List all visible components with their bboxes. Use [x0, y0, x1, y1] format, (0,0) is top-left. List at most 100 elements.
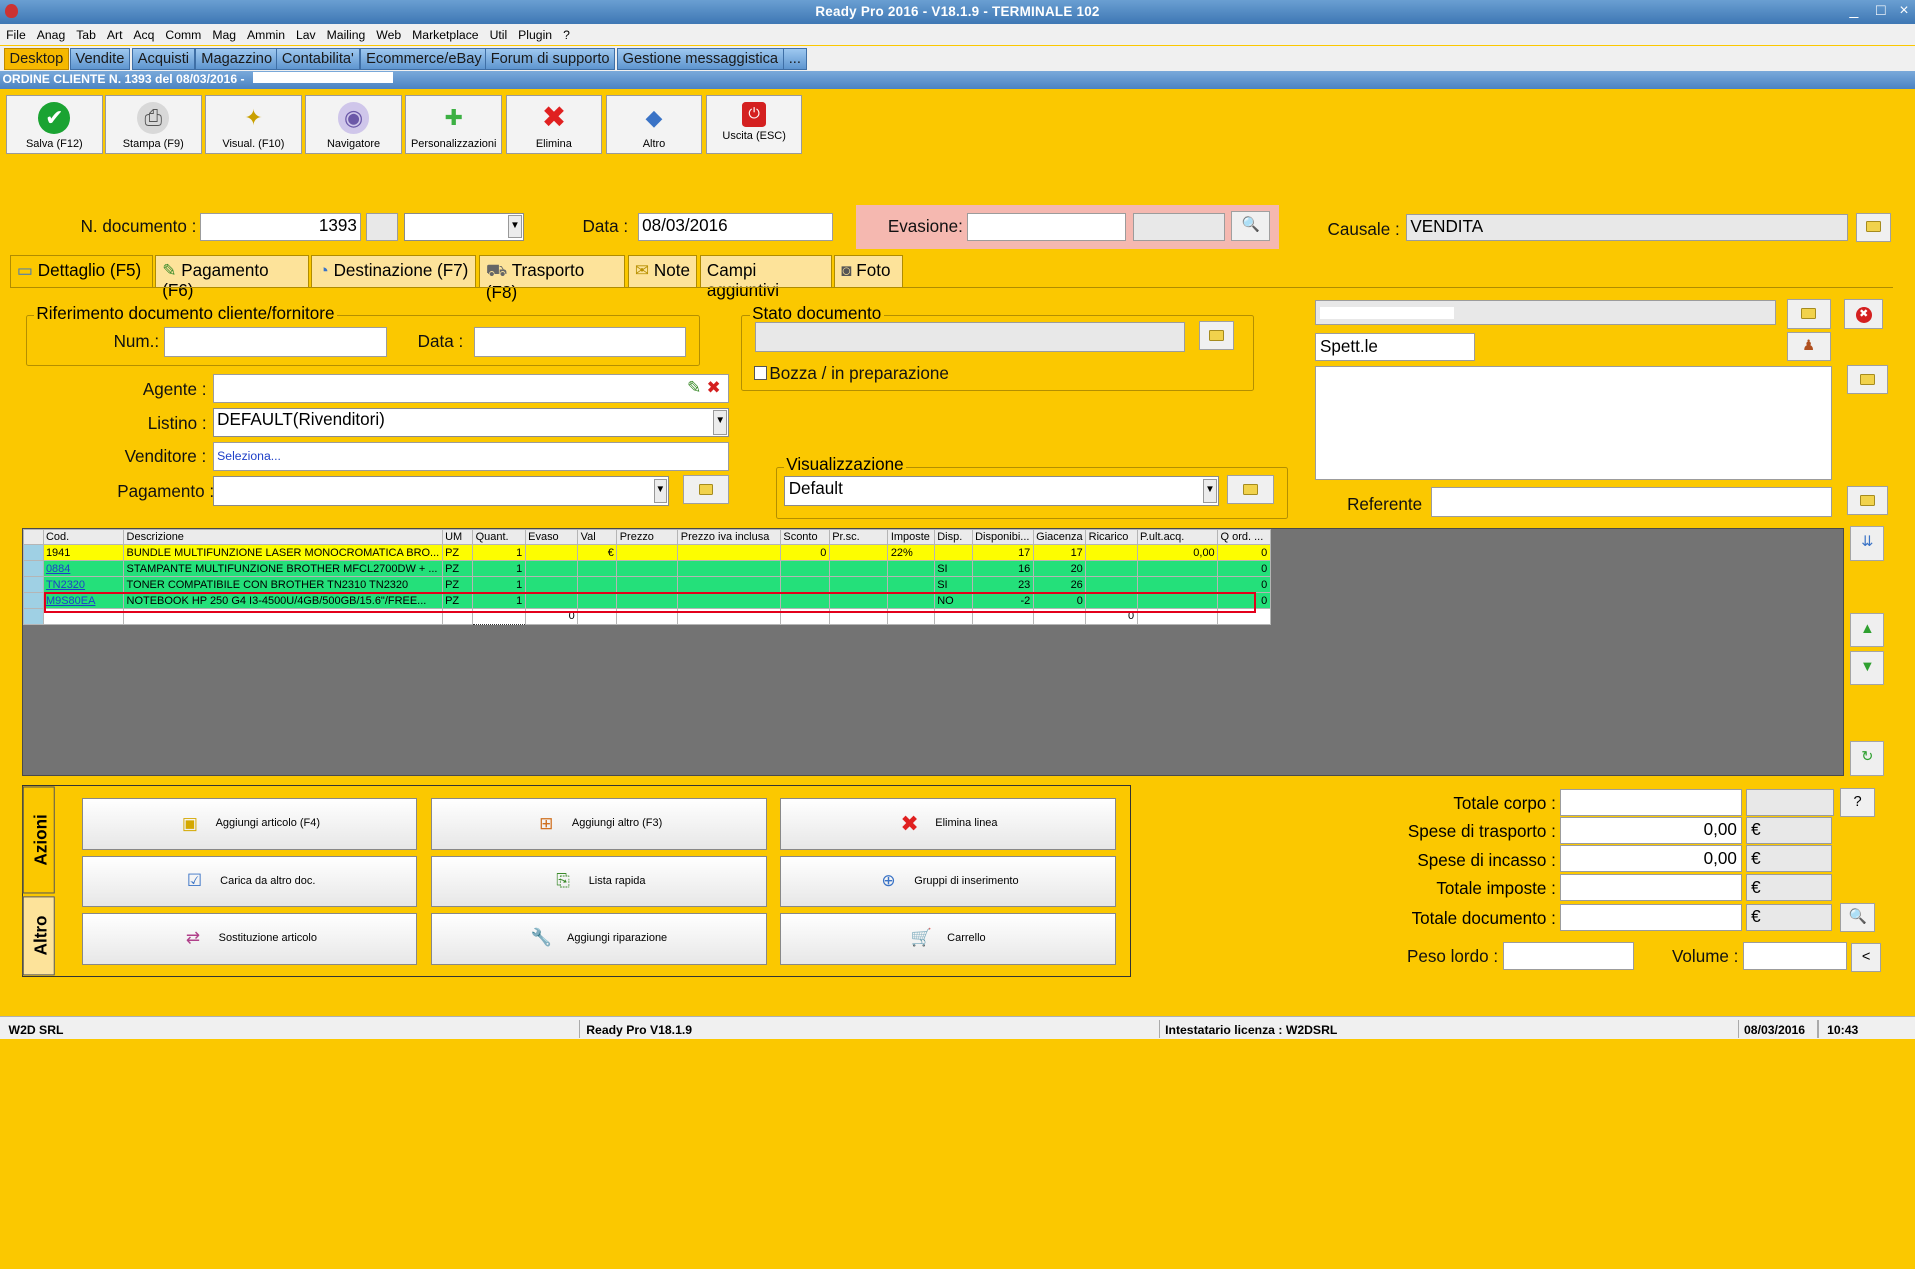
customize-button[interactable]: ✚ Personalizzazioni [405, 95, 502, 154]
col-prezzo-iva[interactable]: Prezzo iva inclusa [677, 528, 781, 546]
cell-prezzo-iva[interactable] [677, 560, 781, 578]
cell-ricarico[interactable] [1085, 576, 1138, 594]
col-um[interactable]: UM [441, 528, 474, 546]
delete-line-button[interactable]: ✖ Elimina linea [780, 798, 1117, 850]
cell-giacenza[interactable]: 26 [1032, 576, 1087, 594]
peso-lordo-field[interactable] [1503, 941, 1635, 970]
menu-anag[interactable]: Anag [31, 24, 70, 42]
table-row[interactable]: TN2320 TONER COMPATIBILE CON BROTHER TN2… [22, 576, 1271, 594]
cell-qord[interactable]: 0 [1217, 544, 1271, 562]
insert-groups-button[interactable]: ⊕ Gruppi di inserimento [780, 855, 1117, 908]
tab-forum[interactable]: Forum di supporto [484, 47, 616, 70]
tab-azioni[interactable]: Azioni [22, 786, 55, 894]
move-down-button[interactable]: ▼ [1850, 650, 1885, 686]
cell-prezzo-iva[interactable] [677, 544, 781, 562]
totals-search-button[interactable]: 🔍 [1840, 902, 1875, 932]
cell-pultacq[interactable] [1136, 576, 1219, 594]
other-button[interactable]: ◆ Altro [605, 95, 703, 154]
cell-evaso[interactable] [524, 544, 579, 562]
menu-web[interactable]: Web [370, 24, 406, 42]
spese-trasporto-field[interactable]: 0,00 [1559, 817, 1742, 844]
visual-select[interactable]: Default ▼ [784, 476, 1219, 506]
cell-sconto[interactable] [779, 560, 830, 578]
row-selector[interactable] [22, 576, 44, 594]
rif-date-field[interactable] [473, 327, 687, 357]
referente-folder-button[interactable] [1846, 486, 1889, 516]
cell-giacenza[interactable]: 17 [1032, 544, 1087, 562]
delete-button[interactable]: ✖ Elimina [505, 95, 603, 154]
cell-imposte[interactable]: 22% [887, 544, 935, 562]
col-descrizione[interactable]: Descrizione [123, 528, 443, 546]
menu-lav[interactable]: Lav [290, 24, 321, 42]
quick-list-button[interactable]: ⎘ Lista rapida [430, 855, 767, 908]
cliente-folder-button[interactable] [1786, 299, 1831, 329]
col-quant[interactable]: Quant. [472, 528, 526, 546]
close-button[interactable]: × [1892, 1, 1915, 21]
tab-magazzino[interactable]: Magazzino [195, 47, 278, 70]
menu-mailing[interactable]: Mailing [321, 24, 371, 42]
exit-button[interactable]: ⏻ Uscita (ESC) [705, 95, 803, 154]
rif-num-field[interactable] [163, 327, 388, 357]
cell-quant[interactable]: 1 [472, 544, 526, 562]
stato-folder-button[interactable] [1199, 321, 1234, 351]
collapse-button[interactable]: < [1851, 942, 1881, 973]
cell-prezzo-iva[interactable] [677, 576, 781, 594]
maximize-button[interactable]: □ [1869, 1, 1893, 21]
tab-messaggistica[interactable]: Gestione messaggistica [616, 47, 784, 70]
menu-ammin[interactable]: Ammin [241, 24, 290, 42]
cell-um[interactable]: PZ [441, 544, 474, 562]
cell-sconto[interactable] [779, 576, 830, 594]
cell-descrizione[interactable]: BUNDLE MULTIFUNZIONE LASER MONOCROMATICA… [123, 544, 443, 562]
load-doc-button[interactable]: ☑ Carica da altro doc. [81, 855, 418, 908]
tab-vendite[interactable]: Vendite [69, 47, 131, 70]
spett-field[interactable]: Spett.le [1315, 333, 1476, 362]
tab-more[interactable]: ... [782, 47, 807, 70]
save-button[interactable]: ✔ Salva (F12) [6, 95, 103, 154]
navigator-button[interactable]: ◉ Navigatore [305, 95, 402, 154]
minimize-button[interactable]: _ [1842, 1, 1866, 21]
cell-val[interactable] [577, 576, 618, 594]
menu-mag[interactable]: Mag [206, 24, 241, 42]
tab-ecommerce[interactable]: Ecommerce/eBay [360, 47, 488, 70]
cell-qord[interactable]: 0 [1217, 576, 1271, 594]
col-sconto[interactable]: Sconto [779, 528, 830, 546]
move-up-button[interactable]: ▲ [1850, 613, 1885, 648]
cell-qord[interactable]: 0 [1217, 560, 1271, 578]
cell-prsc[interactable] [828, 544, 889, 562]
edit-icon[interactable]: ✎ [687, 378, 701, 398]
cell-quant[interactable]: 1 [472, 576, 526, 594]
add-repair-button[interactable]: 🔧 Aggiungi riparazione [430, 913, 767, 965]
agente-field[interactable]: ✎ ✖ [212, 373, 730, 403]
cliente-name-field[interactable] [1315, 300, 1776, 325]
totale-corpo-field[interactable] [1559, 788, 1742, 816]
totale-documento-field[interactable] [1559, 903, 1742, 931]
cell-imposte[interactable] [887, 576, 935, 594]
cell-giacenza[interactable]: 20 [1032, 560, 1087, 578]
menu-util[interactable]: Util [483, 24, 512, 42]
venditore-field[interactable]: Seleziona... [212, 442, 730, 472]
cell-cod[interactable]: 1941 [42, 544, 125, 562]
tab-trasporto[interactable]: ⛟ Trasporto (F8) [478, 255, 626, 302]
col-disponibilita[interactable]: Disponibi... [971, 528, 1034, 546]
col-cod[interactable]: Cod. [42, 528, 125, 546]
col-prezzo[interactable]: Prezzo [616, 528, 679, 546]
listino-select[interactable]: DEFAULT(Rivenditori) ▼ [212, 407, 730, 438]
menu-tab[interactable]: Tab [70, 24, 101, 42]
cell-ricarico[interactable] [1085, 560, 1138, 578]
tab-dettaglio[interactable]: ▭ Dettaglio (F5) [9, 255, 153, 287]
row-selector[interactable] [22, 607, 44, 625]
cell-prezzo[interactable] [616, 560, 679, 578]
cell-sconto[interactable]: 0 [779, 544, 830, 562]
cell-disp[interactable]: SI [933, 560, 973, 578]
tab-acquisti[interactable]: Acquisti [131, 47, 195, 70]
row-selector[interactable] [22, 560, 44, 578]
cell-pultacq[interactable]: 0,00 [1136, 544, 1219, 562]
cell-prsc[interactable] [828, 576, 889, 594]
menu-comm[interactable]: Comm [159, 24, 206, 42]
cell-val[interactable]: € [577, 544, 618, 562]
cliente-address-field[interactable] [1315, 366, 1832, 480]
col-imposte[interactable]: Imposte [887, 528, 935, 546]
visual-folder-button[interactable] [1227, 475, 1274, 505]
col-ricarico[interactable]: Ricarico [1085, 528, 1138, 546]
menu-plugin[interactable]: Plugin [512, 24, 557, 42]
